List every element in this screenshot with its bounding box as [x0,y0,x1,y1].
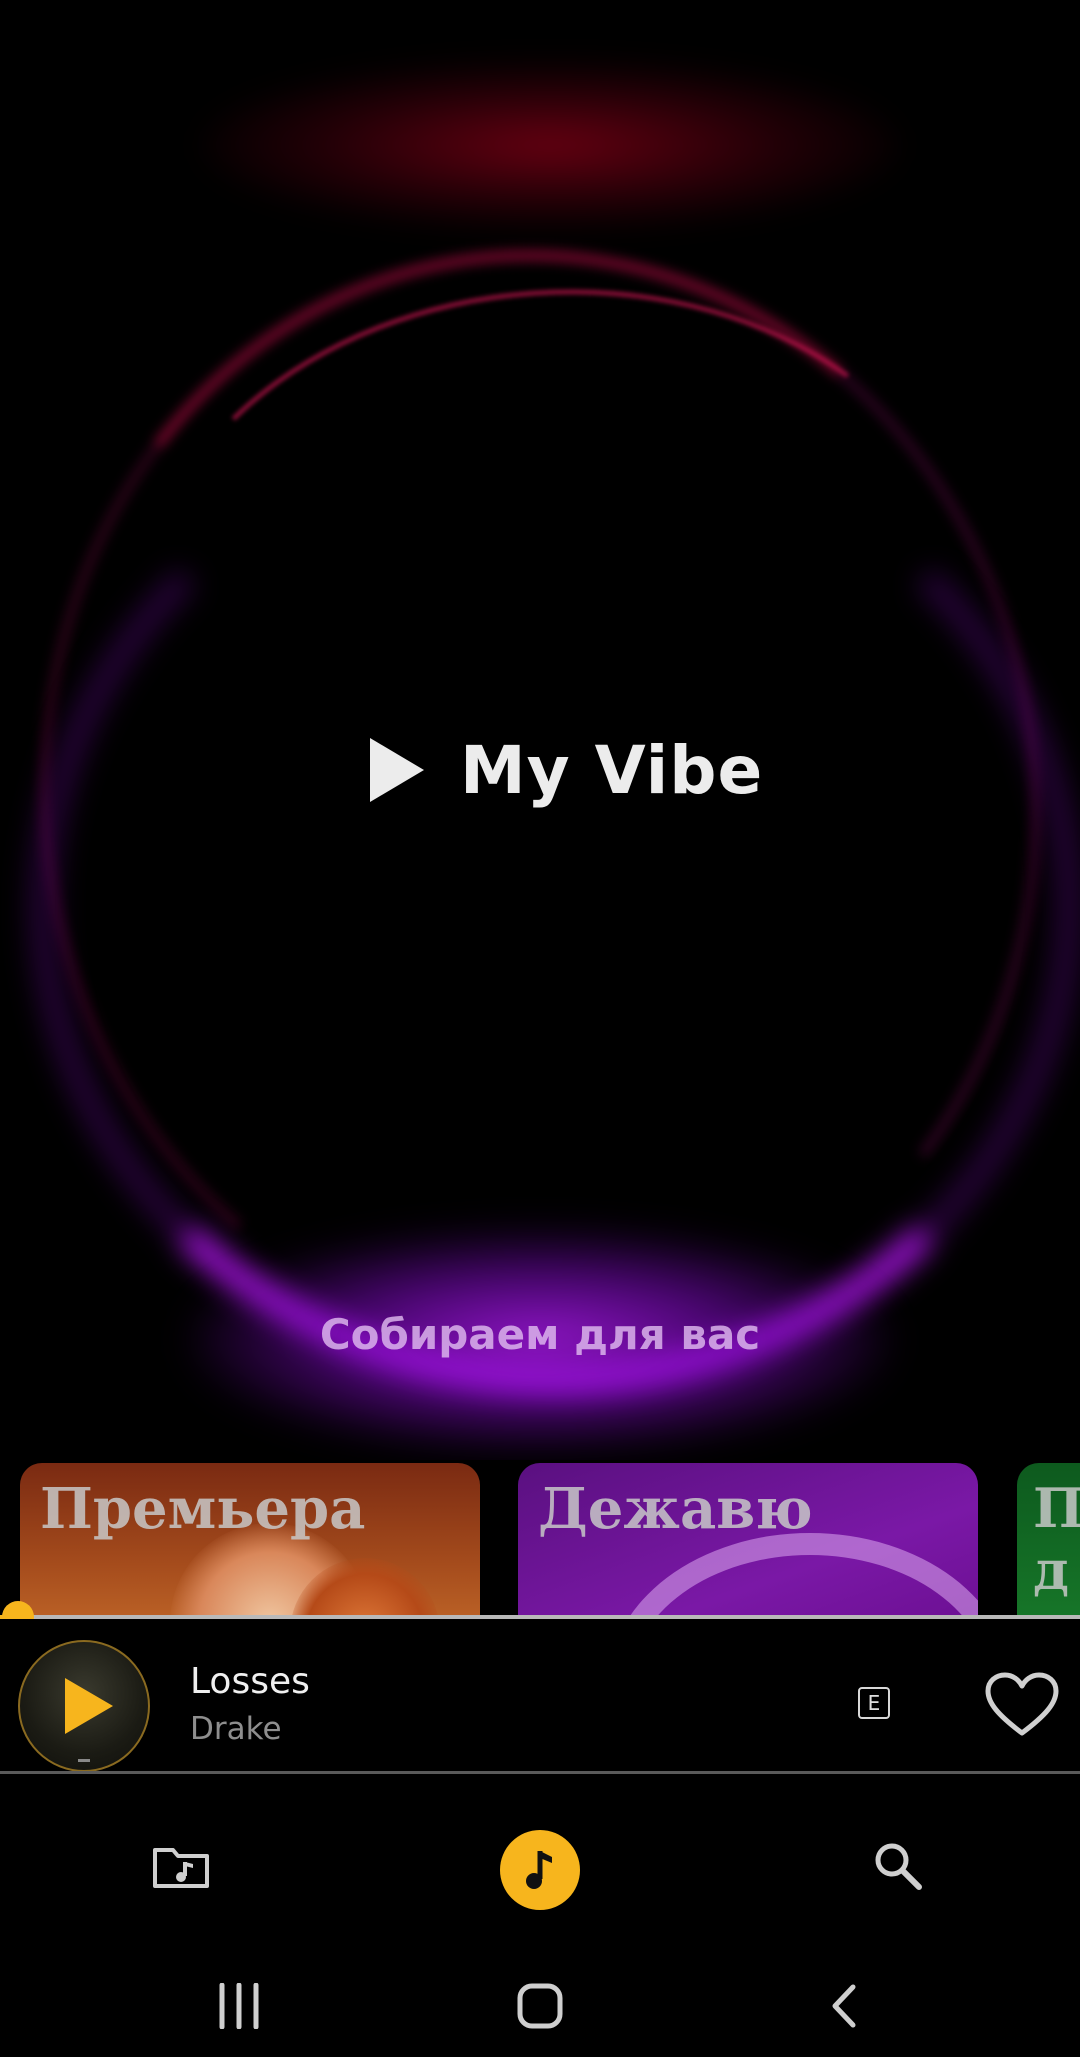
card-title: Премьера [40,1476,366,1542]
explicit-badge: E [858,1687,890,1719]
playlist-card-premiere[interactable]: Премьера [20,1463,480,1617]
playlist-card-partial[interactable]: П д [1017,1463,1080,1617]
nav-library-button[interactable] [141,1826,221,1906]
vibe-glow-top [200,60,900,230]
home-icon [517,1983,563,2029]
music-note-icon [526,1851,552,1889]
my-vibe-title: My Vibe [460,731,764,809]
my-vibe-play-button[interactable]: My Vibe [370,720,763,820]
mini-player[interactable]: Losses Drake E [0,1619,1080,1772]
library-icon [153,1848,209,1888]
track-title: Losses [190,1661,310,1702]
back-button[interactable] [804,1974,884,2038]
playlist-cards: Премьера Дежавю П д [0,1463,1080,1617]
nav-search-button[interactable] [858,1826,938,1906]
vibe-status-text: Собираем для вас [319,1310,761,1359]
search-icon [875,1843,922,1890]
like-button[interactable] [984,1671,1060,1737]
play-icon [370,738,424,802]
track-artist: Drake [190,1711,282,1747]
home-button[interactable] [500,1974,580,2038]
bottom-navigation [0,1774,1080,1960]
nav-music-button[interactable] [500,1830,580,1910]
back-icon [832,1984,856,2028]
swirl-artwork [608,1533,978,1617]
recents-button[interactable] [199,1974,279,2038]
cover-indicator [78,1759,90,1762]
card-title: Дежавю [538,1476,813,1542]
play-icon [65,1678,113,1734]
card-title: П д [1033,1476,1080,1603]
cover-play-button[interactable] [18,1640,150,1772]
playlist-card-dejavu[interactable]: Дежавю [518,1463,978,1617]
my-vibe-hero: My Vibe Собираем для вас [0,0,1080,1460]
recents-icon [219,1983,259,2029]
screen: My Vibe Собираем для вас Премьера Дежавю… [0,0,1080,2057]
heart-icon [985,1672,1059,1736]
system-navigation-bar [0,1960,1080,2057]
